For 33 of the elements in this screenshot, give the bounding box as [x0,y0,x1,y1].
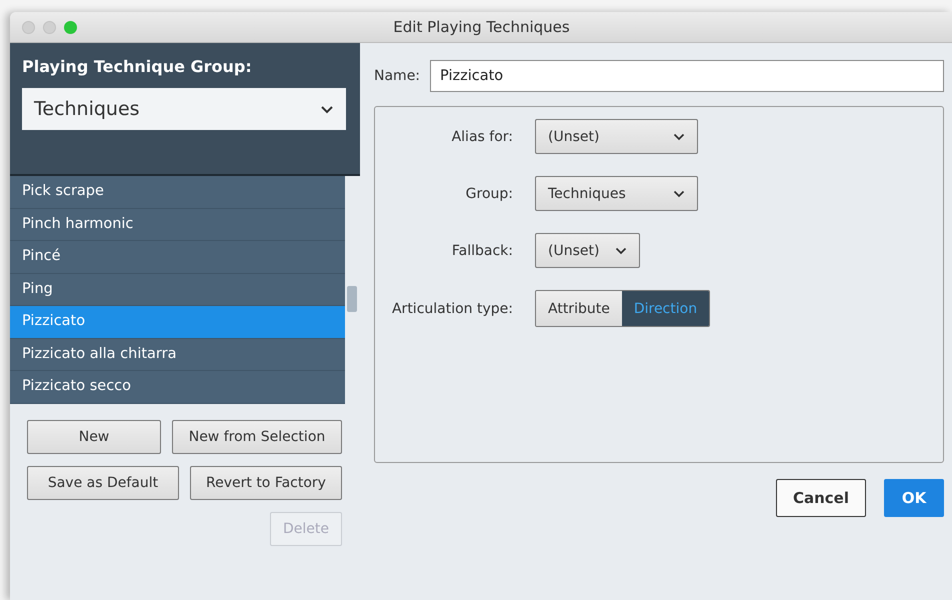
window-title: Edit Playing Techniques [392,18,571,36]
scrollbar-thumb[interactable] [347,286,357,312]
chevron-down-icon [673,132,685,140]
technique-item[interactable]: Pinch harmonic [10,208,345,241]
property-dropdown[interactable]: (Unset) [535,233,640,268]
ok-button[interactable]: OK [884,479,944,517]
technique-item[interactable]: Pizzicato secco [10,371,345,404]
property-label: Articulation type: [390,300,513,316]
segment-button[interactable]: Direction [622,291,710,326]
action-button[interactable]: Revert to Factory [190,466,342,500]
property-label: Fallback: [450,242,513,258]
close-icon[interactable] [22,20,35,34]
property-label: Alias for: [450,128,513,144]
property-dropdown[interactable]: (Unset) [535,119,698,154]
name-field[interactable]: Pizzicato [430,60,944,92]
group-label: Playing Technique Group: [22,57,253,76]
property-dropdown[interactable]: Techniques [535,176,698,211]
group-dropdown[interactable]: Techniques [22,88,346,130]
action-button[interactable]: New from Selection [172,420,342,454]
cancel-button[interactable]: Cancel [776,479,866,517]
segment-button[interactable]: Attribute [536,291,622,326]
chevron-down-icon [673,190,685,198]
chevron-down-icon [320,104,334,114]
zoom-icon[interactable] [64,20,77,34]
technique-item[interactable]: Pick scrape [10,176,345,208]
property-label: Group: [464,186,513,202]
chevron-down-icon [615,246,627,254]
action-button[interactable]: New [27,420,161,454]
technique-item[interactable]: Pizzicato alla chitarra [10,338,345,371]
action-button[interactable]: Save as Default [27,466,179,500]
minimize-icon[interactable] [43,20,56,34]
technique-item[interactable]: Pincé [10,241,345,274]
name-label: Name: [374,68,420,84]
